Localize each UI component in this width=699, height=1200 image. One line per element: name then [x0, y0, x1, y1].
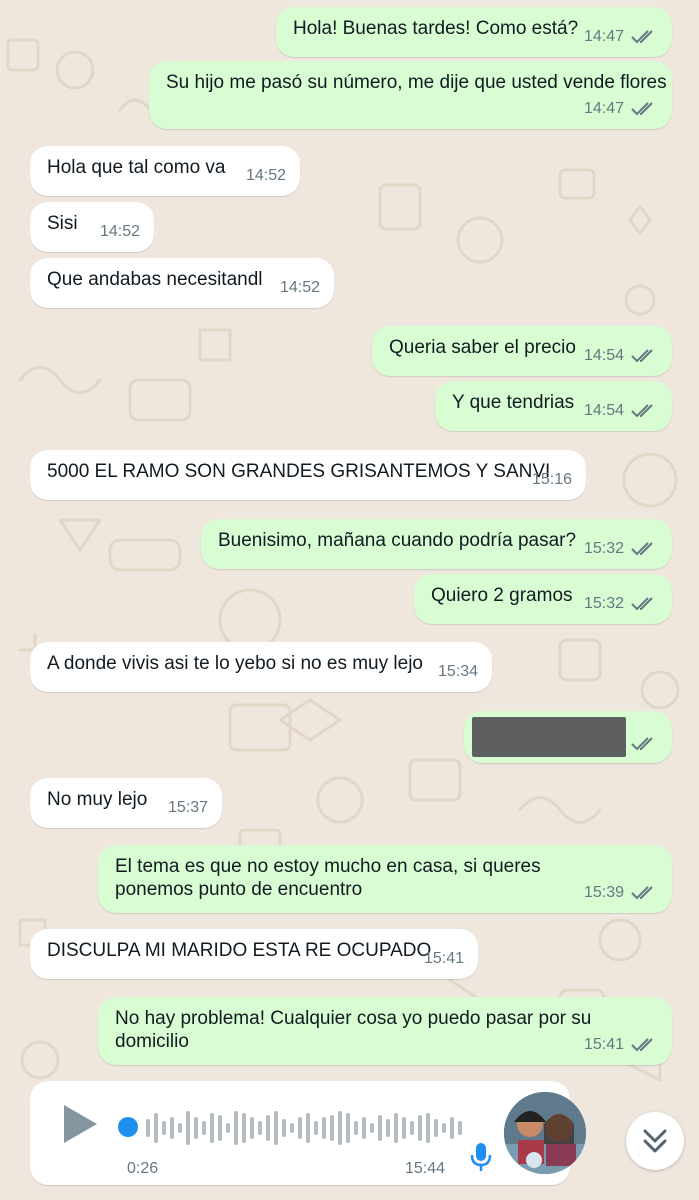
message-text: Hola que tal como va — [47, 157, 226, 178]
message-time: 15:32 — [583, 595, 624, 612]
avatar[interactable] — [504, 1092, 586, 1174]
double-check-icon — [631, 29, 653, 43]
message-meta: 14:54 — [584, 344, 658, 367]
message-outgoing-redacted[interactable] — [464, 711, 672, 763]
voice-time: 15:44 — [405, 1160, 446, 1177]
message-text: Que andabas necesitandl — [47, 269, 263, 290]
message-incoming[interactable]: A donde vivis asi te lo yebo si no es mu… — [30, 642, 492, 692]
double-check-icon — [631, 885, 653, 899]
message-incoming[interactable]: No muy lejo 15:37 — [30, 778, 222, 828]
message-time: 15:41 — [423, 950, 464, 967]
message-outgoing[interactable]: Queria saber el precio 14:54 — [372, 326, 672, 376]
message-outgoing[interactable]: Buenisimo, mañana cuando podría pasar? 1… — [201, 519, 672, 569]
message-meta: 15:32 — [584, 592, 658, 615]
message-time: 15:32 — [583, 540, 624, 557]
message-time: 14:47 — [583, 100, 624, 117]
voice-duration: 0:26 — [127, 1160, 159, 1177]
message-text: Hola! Buenas tardes! Como está? — [293, 18, 579, 39]
message-time: 14:52 — [245, 167, 286, 184]
message-text: No muy lejo — [47, 789, 148, 810]
playback-position-handle[interactable] — [118, 1117, 138, 1137]
message-meta: 14:54 — [584, 399, 658, 422]
message-meta: 14:52 — [100, 220, 140, 243]
message-meta — [630, 736, 658, 752]
double-check-icon — [631, 737, 653, 751]
redacted-block — [472, 717, 626, 757]
message-text: Queria saber el precio — [389, 337, 576, 358]
play-icon[interactable] — [64, 1105, 97, 1143]
message-text: DISCULPA MI MARIDO ESTA RE OCUPADO — [47, 940, 432, 961]
message-text: Y que tendrias — [452, 392, 575, 413]
message-outgoing[interactable]: Quiero 2 gramos 15:32 — [414, 574, 672, 624]
message-time: 15:41 — [583, 1036, 624, 1053]
message-time: 14:47 — [583, 28, 624, 45]
message-incoming[interactable]: 5000 EL RAMO SON GRANDES GRISANTEMOS Y S… — [30, 450, 586, 500]
voice-message[interactable]: 0:26 15:44 — [30, 1081, 586, 1185]
message-meta: 14:52 — [280, 276, 320, 299]
message-incoming[interactable]: Hola que tal como va 14:52 — [30, 146, 300, 196]
scroll-to-bottom-button[interactable] — [626, 1112, 684, 1170]
double-check-icon — [631, 1037, 653, 1051]
message-incoming[interactable]: Que andabas necesitandl 14:52 — [30, 258, 334, 308]
message-outgoing[interactable]: Y que tendrias 14:54 — [435, 381, 672, 431]
message-time: 14:54 — [583, 347, 624, 364]
message-time: 14:54 — [583, 402, 624, 419]
message-outgoing[interactable]: No hay problema! Cualquier cosa yo puedo… — [98, 997, 672, 1065]
message-text: Sisi — [47, 213, 78, 234]
double-check-icon — [631, 541, 653, 555]
message-outgoing[interactable]: El tema es que no estoy mucho en casa, s… — [98, 845, 672, 913]
double-check-icon — [631, 596, 653, 610]
message-meta: 15:16 — [532, 468, 572, 491]
message-time: 15:16 — [531, 471, 572, 488]
mic-icon — [470, 1143, 492, 1171]
message-outgoing[interactable]: Su hijo me pasó su número, me dije que u… — [149, 61, 672, 129]
message-meta: 15:32 — [584, 537, 658, 560]
message-meta: 15:39 — [584, 881, 658, 904]
message-outgoing[interactable]: Hola! Buenas tardes! Como está? 14:47 — [276, 7, 672, 57]
message-meta: 14:47 — [584, 97, 658, 120]
message-time: 15:37 — [167, 799, 208, 816]
message-time: 14:52 — [99, 223, 140, 240]
message-meta: 15:41 — [424, 947, 464, 970]
message-incoming[interactable]: DISCULPA MI MARIDO ESTA RE OCUPADO 15:41 — [30, 929, 478, 979]
message-incoming[interactable]: Sisi 14:52 — [30, 202, 154, 252]
message-time: 15:34 — [437, 663, 478, 680]
audio-waveform[interactable] — [142, 1105, 472, 1151]
message-time: 14:52 — [279, 279, 320, 296]
message-meta: 14:52 — [246, 164, 286, 187]
chevron-double-down-icon — [643, 1129, 667, 1153]
message-meta: 15:34 — [438, 660, 478, 683]
message-meta: 14:47 — [584, 25, 658, 48]
message-text: No hay problema! Cualquier cosa yo puedo… — [115, 1008, 592, 1052]
message-text: Buenisimo, mañana cuando podría pasar? — [218, 530, 577, 551]
message-meta: 15:37 — [168, 796, 208, 819]
message-text: El tema es que no estoy mucho en casa, s… — [115, 856, 541, 900]
double-check-icon — [631, 403, 653, 417]
message-text: Quiero 2 gramos — [431, 585, 573, 606]
message-text: 5000 EL RAMO SON GRANDES GRISANTEMOS Y S… — [47, 461, 551, 482]
message-text: A donde vivis asi te lo yebo si no es mu… — [47, 653, 423, 674]
avatar-image — [504, 1092, 586, 1174]
double-check-icon — [631, 101, 653, 115]
message-time: 15:39 — [583, 884, 624, 901]
message-meta: 15:41 — [584, 1033, 658, 1056]
message-text: Su hijo me pasó su número, me dije que u… — [166, 72, 667, 93]
double-check-icon — [631, 348, 653, 362]
